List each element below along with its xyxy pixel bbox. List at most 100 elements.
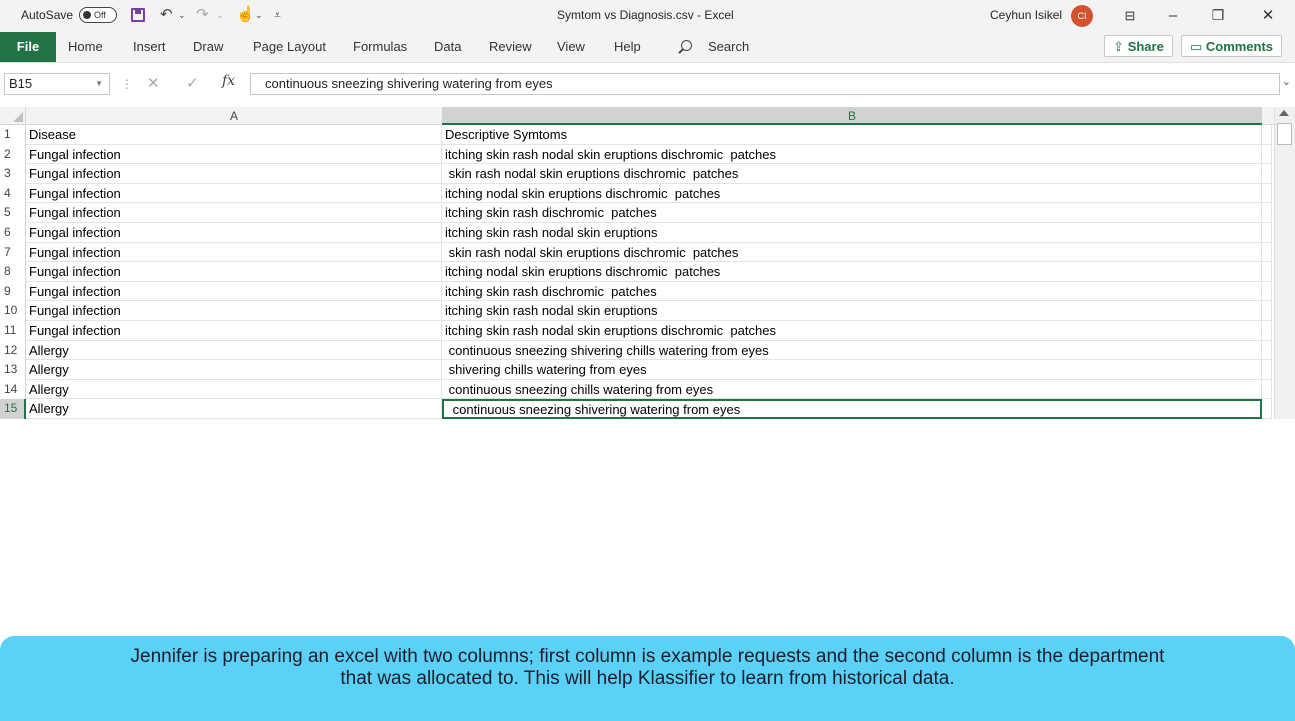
cell-c[interactable] (1262, 125, 1272, 145)
active-cell-b[interactable]: continuous sneezing shivering watering f… (442, 399, 1262, 419)
search-icon[interactable] (681, 40, 692, 51)
cell-c[interactable] (1262, 203, 1272, 223)
cell-b[interactable]: itching skin rash dischromic patches (442, 203, 1262, 223)
cell-b[interactable]: continuous sneezing shivering chills wat… (442, 340, 1262, 361)
cell-b[interactable]: skin rash nodal skin eruptions dischromi… (442, 164, 1262, 184)
cell-c[interactable] (1262, 301, 1272, 321)
cell-c[interactable] (1262, 399, 1272, 419)
insert-function-icon[interactable]: fx (222, 73, 235, 89)
column-header-a[interactable]: A (26, 107, 442, 125)
comments-button[interactable]: ▭ Comments (1181, 35, 1282, 57)
ribbon-display-icon[interactable]: ⊟ (1110, 0, 1150, 32)
cell-a[interactable]: Fungal infection (26, 183, 442, 204)
tab-file[interactable]: File (0, 32, 56, 62)
cell-a[interactable]: Fungal infection (26, 144, 442, 165)
scrollbar-thumb[interactable] (1277, 123, 1292, 145)
tab-page-layout[interactable]: Page Layout (253, 32, 326, 62)
row-header[interactable]: 14 (0, 379, 26, 400)
cell-a[interactable]: Fungal infection (26, 301, 442, 321)
row-header[interactable]: 7 (0, 242, 26, 263)
avatar[interactable]: CI (1071, 5, 1093, 27)
expand-formula-bar-icon[interactable]: ⌄ (1282, 75, 1291, 88)
close-icon[interactable]: ✕ (1248, 0, 1288, 32)
row-header[interactable]: 13 (0, 360, 26, 380)
search-box[interactable]: Search (708, 32, 749, 62)
tab-view[interactable]: View (557, 32, 585, 62)
row-header[interactable]: 12 (0, 340, 26, 361)
undo-dropdown-icon[interactable]: ⌄ (178, 0, 186, 32)
cell-b[interactable]: itching nodal skin eruptions dischromic … (442, 183, 1262, 204)
cell-a[interactable]: Fungal infection (26, 262, 442, 282)
row-header[interactable]: 15 (0, 399, 26, 419)
cell-b[interactable]: skin rash nodal skin eruptions dischromi… (442, 242, 1262, 263)
column-header-b[interactable]: B (442, 107, 1262, 125)
redo-icon[interactable]: ↷ (196, 0, 209, 32)
tab-data[interactable]: Data (434, 32, 461, 62)
cell-c[interactable] (1262, 183, 1272, 204)
row-header[interactable]: 2 (0, 144, 26, 165)
column-header-c[interactable] (1262, 107, 1274, 125)
share-button[interactable]: ⇪ Share (1104, 35, 1173, 57)
autosave-toggle[interactable]: Off (79, 7, 117, 23)
cell-c[interactable] (1262, 144, 1272, 165)
formula-input[interactable]: continuous sneezing shivering watering f… (250, 73, 1280, 95)
row-header[interactable]: 10 (0, 301, 26, 321)
redo-dropdown-icon[interactable]: ⌄ (216, 0, 224, 32)
customize-toolbar-icon[interactable]: ⩡ (274, 0, 281, 32)
cell-a[interactable]: Allergy (26, 379, 442, 400)
cell-a[interactable]: Allergy (26, 340, 442, 361)
cell-b[interactable]: itching nodal skin eruptions dischromic … (442, 262, 1262, 282)
cell-c[interactable] (1262, 242, 1272, 263)
vertical-scrollbar[interactable] (1274, 107, 1295, 419)
row-header[interactable]: 9 (0, 281, 26, 302)
cell-b[interactable]: continuous sneezing chills watering from… (442, 379, 1262, 400)
cell-b[interactable]: itching skin rash dischromic patches (442, 281, 1262, 302)
cell-a[interactable]: Fungal infection (26, 321, 442, 341)
chevron-down-icon[interactable]: ▼ (95, 74, 103, 94)
minimize-icon[interactable]: – (1153, 0, 1193, 32)
cell-a[interactable]: Fungal infection (26, 164, 442, 184)
cell-b[interactable]: Descriptive Symtoms (442, 125, 1262, 145)
tab-insert[interactable]: Insert (133, 32, 166, 62)
row-header[interactable]: 11 (0, 321, 26, 341)
cell-c[interactable] (1262, 340, 1272, 361)
cell-a[interactable]: Fungal infection (26, 223, 442, 243)
cell-c[interactable] (1262, 164, 1272, 184)
cell-b[interactable]: shivering chills watering from eyes (442, 360, 1262, 380)
cell-a[interactable]: Allergy (26, 360, 442, 380)
cell-b[interactable]: itching skin rash nodal skin eruptions (442, 223, 1262, 243)
cell-a[interactable]: Allergy (26, 399, 442, 419)
row-header[interactable]: 4 (0, 183, 26, 204)
save-icon[interactable] (131, 8, 145, 22)
undo-icon[interactable]: ↶ (160, 0, 173, 32)
tab-draw[interactable]: Draw (193, 32, 223, 62)
cell-c[interactable] (1262, 262, 1272, 282)
row-header[interactable]: 8 (0, 262, 26, 282)
cancel-icon[interactable]: ✕ (147, 72, 160, 96)
cell-a[interactable]: Disease (26, 125, 442, 145)
cell-c[interactable] (1262, 379, 1272, 400)
select-all-button[interactable] (0, 107, 26, 125)
enter-icon[interactable]: ✓ (186, 72, 199, 96)
tab-review[interactable]: Review (489, 32, 532, 62)
cell-b[interactable]: itching skin rash nodal skin eruptions (442, 301, 1262, 321)
cell-c[interactable] (1262, 281, 1272, 302)
cell-a[interactable]: Fungal infection (26, 242, 442, 263)
tab-help[interactable]: Help (614, 32, 641, 62)
tab-formulas[interactable]: Formulas (353, 32, 407, 62)
scroll-up-icon[interactable] (1279, 110, 1289, 116)
cell-c[interactable] (1262, 223, 1272, 243)
row-header[interactable]: 1 (0, 125, 26, 145)
touch-mode-icon[interactable]: ☝ (236, 0, 255, 32)
row-header[interactable]: 6 (0, 223, 26, 243)
row-header[interactable]: 5 (0, 203, 26, 223)
cell-c[interactable] (1262, 360, 1272, 380)
name-box[interactable]: B15 ▼ (4, 73, 110, 95)
cell-b[interactable]: itching skin rash nodal skin eruptions d… (442, 144, 1262, 165)
row-header[interactable]: 3 (0, 164, 26, 184)
cell-a[interactable]: Fungal infection (26, 203, 442, 223)
tab-home[interactable]: Home (68, 32, 103, 62)
cell-c[interactable] (1262, 321, 1272, 341)
touch-dropdown-icon[interactable]: ⌄ (255, 0, 263, 32)
cell-a[interactable]: Fungal infection (26, 281, 442, 302)
